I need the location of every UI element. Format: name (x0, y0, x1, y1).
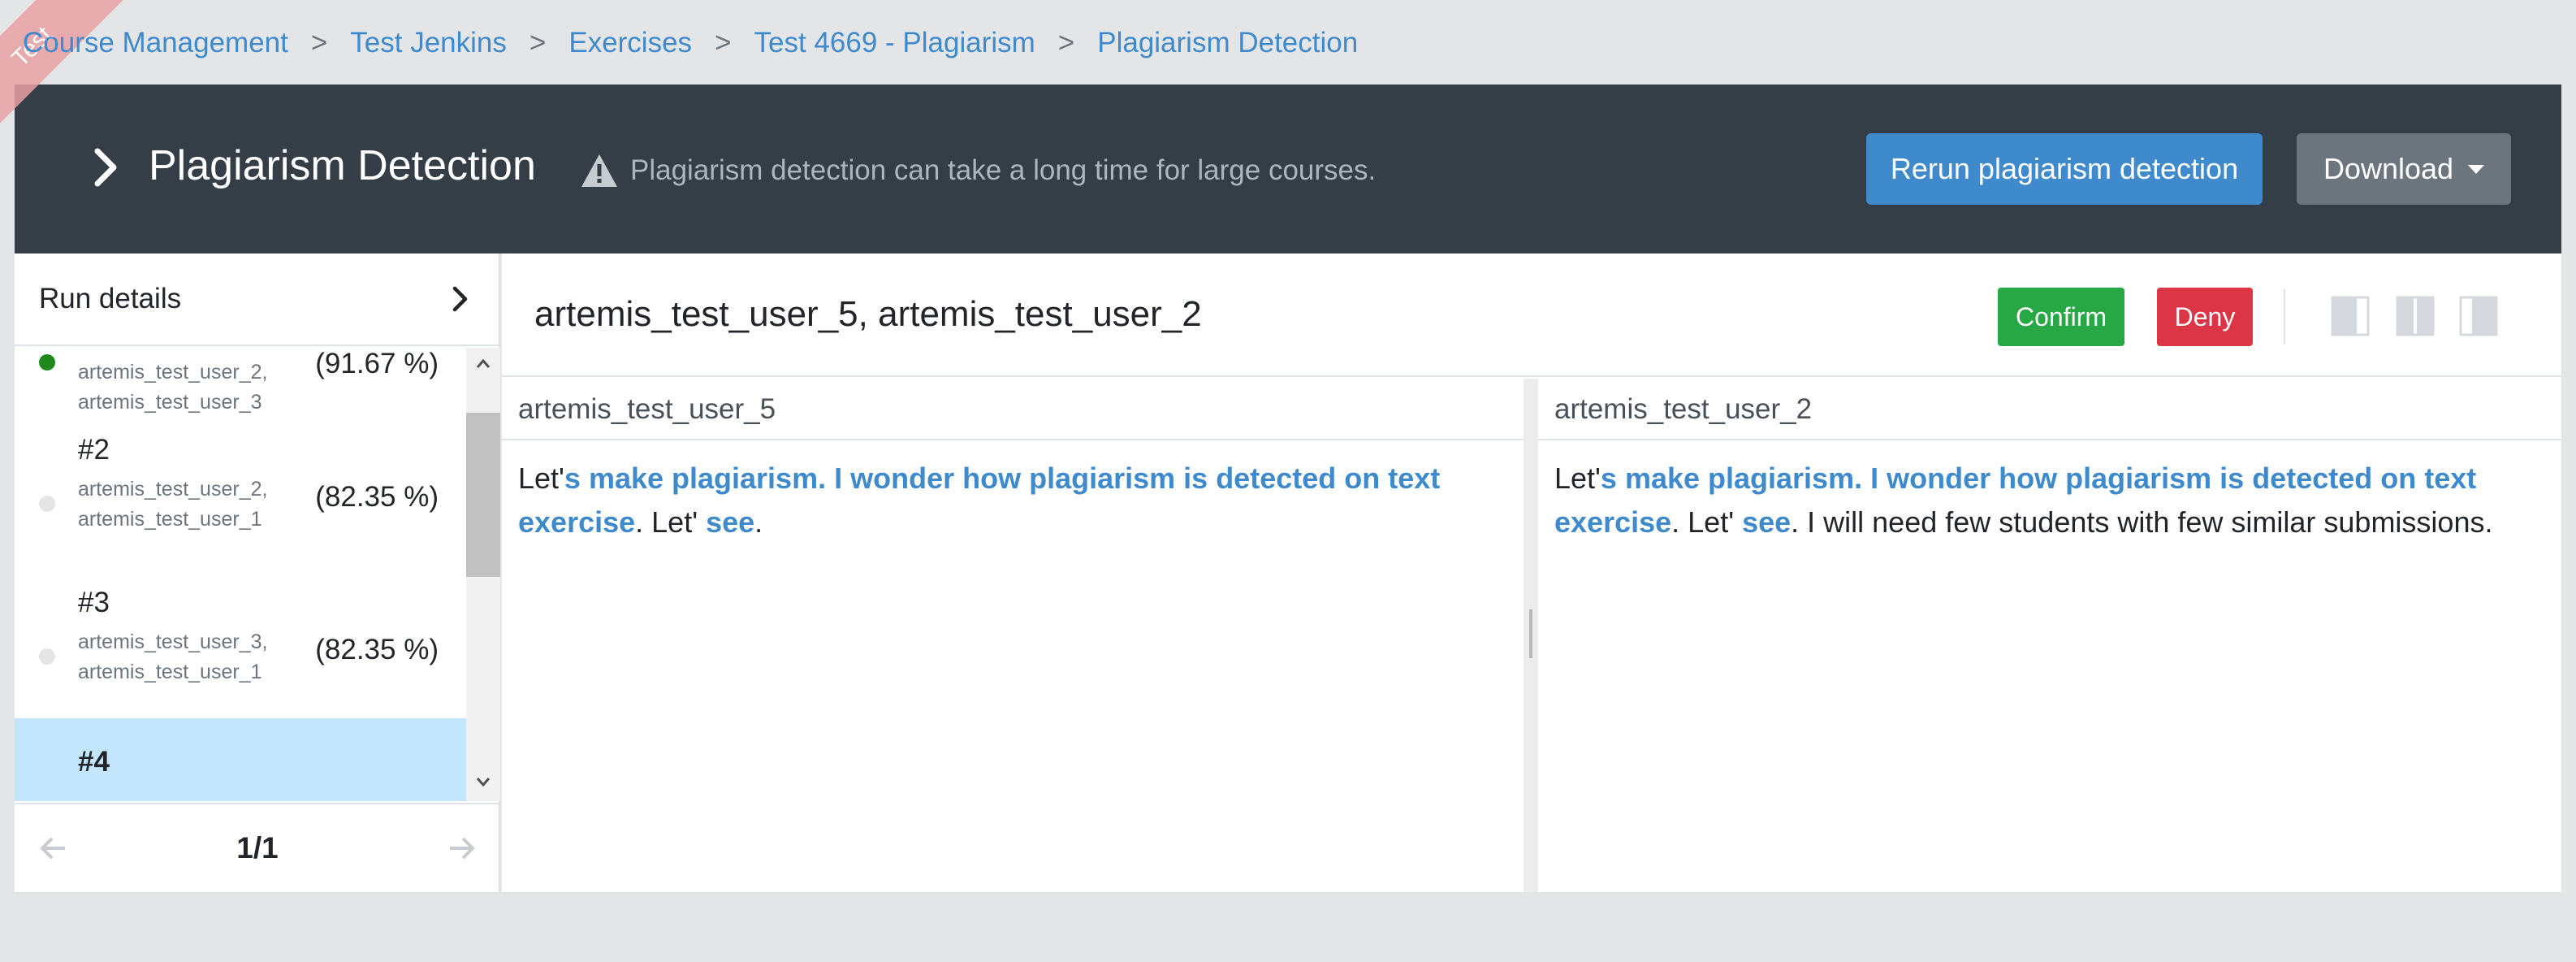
comparison-number: #2 (78, 434, 110, 466)
run-details-toggle[interactable]: Run details (15, 254, 499, 346)
list-item[interactable]: #2 artemis_test_user_2, artemis_test_use… (15, 411, 466, 564)
divider (2284, 289, 2285, 344)
text-segment: . I will need few students with few simi… (1791, 505, 2493, 539)
comparison-title: artemis_test_user_5, artemis_test_user_2 (534, 294, 1202, 334)
rerun-plagiarism-button[interactable]: Rerun plagiarism detection (1866, 133, 2263, 205)
run-details-label: Run details (39, 283, 182, 314)
submission-user: artemis_test_user_5 (502, 379, 1524, 440)
matched-segment: see (1742, 505, 1792, 539)
comparison-header: artemis_test_user_5, artemis_test_user_2… (502, 254, 2561, 377)
breadcrumb-separator: > (310, 27, 328, 58)
submission-user: artemis_test_user_2 (1538, 379, 2561, 440)
matched-segment: see (706, 505, 755, 539)
breadcrumb-separator: > (529, 27, 547, 58)
user-name: artemis_test_user_2, (78, 478, 268, 500)
confirm-button[interactable]: Confirm (1998, 288, 2124, 346)
submission-pane-left: artemis_test_user_5 Let's make plagiaris… (502, 379, 1524, 892)
comparison-list[interactable]: artemis_test_user_2, artemis_test_user_3… (15, 348, 500, 801)
status-dot (39, 648, 55, 665)
comparison-users: artemis_test_user_3, artemis_test_user_1 (78, 627, 267, 687)
comparison-number: #3 (78, 587, 110, 618)
text-segment: . Let' (1671, 505, 1743, 539)
status-dot (39, 496, 55, 512)
warning-icon (581, 154, 617, 187)
pagination: 1/1 (15, 803, 500, 892)
breadcrumb-plagiarism-detection[interactable]: Plagiarism Detection (1097, 27, 1358, 59)
arrow-right-icon[interactable] (445, 832, 478, 864)
breadcrumb: Course Management > Test Jenkins > Exerc… (23, 23, 1358, 63)
scroll-down-icon[interactable] (473, 772, 493, 791)
comparison-view: artemis_test_user_5, artemis_test_user_2… (502, 254, 2561, 892)
caret-down-icon (2468, 164, 2485, 174)
user-name: artemis_test_user_2, (78, 361, 268, 384)
breadcrumb-separator: > (715, 27, 732, 58)
breadcrumb-exercises[interactable]: Exercises (568, 27, 692, 59)
text-segment: . Let' (635, 505, 707, 539)
similarity-value: (82.35 %) (315, 634, 439, 665)
submission-text: Let's make plagiarism. I wonder how plag… (502, 440, 1524, 561)
user-name: artemis_test_user_1 (78, 508, 262, 531)
drag-grip-icon[interactable] (1529, 609, 1532, 658)
warning-text: Plagiarism detection can take a long tim… (630, 154, 1377, 186)
text-segment: . (754, 505, 763, 539)
submission-pane-right: artemis_test_user_2 Let's make plagiaris… (1538, 379, 2561, 892)
comparison-users: artemis_test_user_2, artemis_test_user_3 (78, 358, 267, 418)
list-item-selected[interactable]: #4 (15, 718, 466, 801)
arrow-left-icon[interactable] (37, 832, 70, 864)
download-button[interactable]: Download (2297, 133, 2511, 205)
page-indicator: 1/1 (236, 831, 279, 864)
comparison-number: #4 (78, 746, 110, 778)
breadcrumb-exercise[interactable]: Test 4669 - Plagiarism (754, 27, 1035, 59)
list-scrollbar[interactable] (466, 348, 500, 801)
scrollbar-thumb[interactable] (466, 413, 500, 577)
user-name: artemis_test_user_1 (78, 661, 262, 683)
scroll-up-icon[interactable] (473, 354, 493, 374)
user-name: artemis_test_user_3, (78, 630, 268, 653)
deny-button[interactable]: Deny (2157, 288, 2253, 346)
text-segment: Let' (1554, 462, 1601, 495)
page-title: Plagiarism Detection (149, 142, 536, 189)
split-handle[interactable] (1524, 379, 1538, 892)
submission-text: Let's make plagiarism. I wonder how plag… (1538, 440, 2561, 561)
layout-split-icon[interactable] (2396, 296, 2435, 336)
page-header: Plagiarism Detection Plagiarism detectio… (15, 84, 2561, 254)
similarity-value: (91.67 %) (315, 348, 439, 379)
chevron-right-icon (452, 286, 468, 312)
list-item[interactable]: artemis_test_user_2, artemis_test_user_3… (15, 348, 466, 414)
text-segment: Let' (518, 462, 564, 495)
download-label: Download (2323, 152, 2454, 185)
status-dot (39, 354, 55, 370)
breadcrumb-separator: > (1057, 27, 1075, 58)
similarity-value: (82.35 %) (315, 481, 439, 513)
layout-left-icon[interactable] (2331, 296, 2370, 336)
comparison-users: artemis_test_user_2, artemis_test_user_1 (78, 474, 267, 535)
layout-right-icon[interactable] (2459, 296, 2498, 336)
chevron-right-icon[interactable] (80, 141, 132, 193)
comparison-sidebar: Run details artemis_test_user_2, artemis… (15, 254, 500, 892)
list-item[interactable]: #3 artemis_test_user_3, artemis_test_use… (15, 564, 466, 717)
breadcrumb-course[interactable]: Test Jenkins (350, 27, 507, 59)
breadcrumb-course-management[interactable]: Course Management (23, 27, 288, 59)
